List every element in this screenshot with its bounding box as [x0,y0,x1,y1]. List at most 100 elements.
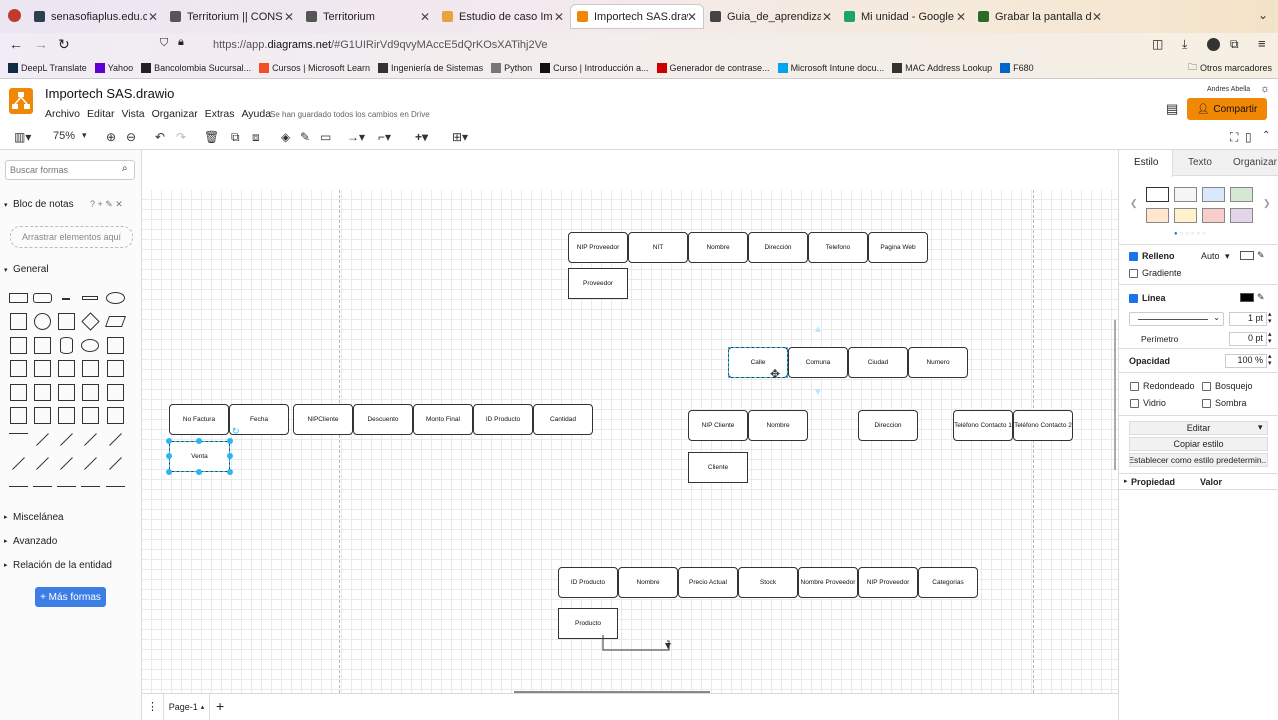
section-expand-icon[interactable]: ▸ [4,513,8,521]
attribute-box[interactable]: Comuna [788,347,848,378]
shape-ellipse-icon[interactable] [105,292,125,304]
zoom-in-icon[interactable]: ⊕ [106,130,116,144]
shape-circle-icon[interactable] [33,313,51,330]
edit-style-button[interactable]: Editar [1129,421,1268,435]
shape-process-icon[interactable] [57,313,75,330]
attribute-box[interactable]: Monto Final [413,404,473,435]
line-color-icon[interactable]: ✎ [300,130,310,144]
attribute-box[interactable]: ID Producto [473,404,533,435]
shape-document-icon[interactable] [106,336,124,354]
notes-title[interactable]: Bloc de notas [13,199,74,210]
property-expand-icon[interactable]: ▸ [1124,477,1128,485]
rounded-checkbox[interactable] [1130,382,1139,391]
page-tab[interactable]: Page-1 ▴ [163,694,210,720]
menu-item[interactable]: Vista [121,108,144,120]
shape-callout-icon[interactable] [57,383,75,401]
attribute-box[interactable]: Nombre [618,567,678,598]
connector-edge[interactable] [597,635,672,655]
style-swatch[interactable] [1202,187,1225,202]
tab-close-icon[interactable]: ✕ [956,10,966,24]
delete-icon[interactable]: 🗑︎ [204,130,219,144]
shape-cube-icon[interactable] [33,360,51,377]
glass-checkbox[interactable] [1130,399,1139,408]
browser-tab[interactable]: Mi unidad - Google Drive✕ [838,4,972,29]
shape-list-icon[interactable] [8,432,28,446]
bookmark-item[interactable]: Generador de contrase... [656,63,770,73]
entity-box[interactable]: Cliente [688,452,748,483]
swatch-pager[interactable]: ●○○○○○ [1174,231,1208,237]
attribute-box[interactable]: ID Producto [558,567,618,598]
tab-close-icon[interactable]: ✕ [148,10,158,24]
attribute-box[interactable]: Telefono [808,232,868,263]
pocket-icon[interactable]: ◫ [1152,37,1163,51]
shape-tape-icon[interactable] [106,360,124,377]
firefox-menu-icon[interactable] [8,9,21,22]
copy-style-button[interactable]: Copiar estilo [1129,437,1268,451]
to-front-icon[interactable]: ⧉ [231,130,240,145]
attribute-box[interactable]: Nombre [748,410,808,441]
menu-item[interactable]: Organizar [152,108,198,120]
shape-and-icon[interactable] [9,407,27,424]
line-edit-icon[interactable]: ✎ [1257,292,1265,303]
shape-line-icon[interactable] [59,456,73,470]
style-swatch[interactable] [1202,208,1225,223]
bookmark-item[interactable]: F680 [1000,63,1034,73]
notes-drop-zone[interactable]: Arrastrar elementos aquí [10,226,133,248]
user-name[interactable]: Andres Abella [1207,86,1250,93]
tab-close-icon[interactable]: ✕ [284,10,294,24]
waypoints-icon[interactable]: ⌐▾ [378,130,391,144]
resize-handle[interactable] [166,438,172,444]
attribute-box[interactable]: NIP Proveedor [858,567,918,598]
download-icon[interactable]: ⤓ [1182,37,1187,52]
shape-text-icon[interactable] [62,298,70,300]
connection-icon[interactable]: →▾ [347,130,365,144]
tab-close-icon[interactable]: ✕ [687,10,697,24]
reload-icon[interactable]: ↻ [58,36,70,53]
comments-icon[interactable]: ▤ [1166,101,1178,117]
notes-actions-icon[interactable]: ? + ✎ ✕ [90,199,123,210]
resize-handle[interactable] [227,469,233,475]
shape-cube-3d-icon[interactable] [106,407,124,424]
redo-icon[interactable]: ↷ [176,130,186,144]
save-status[interactable]: Se han guardado todos los cambios en Dri… [270,110,430,119]
extensions-icon[interactable]: ⧉ [1230,37,1239,52]
shape-rounded-rectangle-icon[interactable] [32,293,52,303]
browser-menu-icon[interactable]: ≡ [1258,36,1266,51]
attribute-box[interactable]: Ciudad [848,347,908,378]
line-width-stepper-icon[interactable]: ▴ ▾ [1268,311,1272,325]
shape-actor-icon[interactable] [81,383,99,401]
browser-tab[interactable]: senasofiaplus.edu.co/sofia✕ [28,4,164,29]
set-default-style-button[interactable]: Establecer como estilo predetermin... [1129,453,1268,467]
attribute-box[interactable]: Nombre [688,232,748,263]
zoom-dropdown-icon[interactable]: ▾ [82,130,87,141]
attribute-box[interactable]: Stock [738,567,798,598]
hover-arrow-down-icon[interactable]: ▼ [813,387,823,398]
shape-hexagon-icon[interactable] [9,336,27,354]
address-bar[interactable]: https://app. diagrams.net/#G1UIRirVd9qvyM… [213,36,813,54]
browser-tab[interactable]: Guia_de_aprendizaje.pdf✕ [704,4,838,29]
browser-tab[interactable]: Importech SAS.drawio - dra✕ [570,4,704,29]
back-icon[interactable]: ← [9,36,23,52]
tab-close-icon[interactable]: ✕ [420,10,430,24]
shape-connector-icon[interactable] [32,486,52,487]
share-button[interactable]: 👤︎ Compartir [1187,98,1267,120]
tab-close-icon[interactable]: ✕ [822,10,832,24]
forward-icon[interactable]: → [34,36,48,52]
menu-item[interactable]: Archivo [45,108,80,120]
attribute-box[interactable]: Dirección [748,232,808,263]
hover-arrow-up-icon[interactable]: ▲ [813,324,823,335]
bookmark-item[interactable]: Cursos | Microsoft Learn [259,63,370,73]
bookmark-item[interactable]: Microsoft Intune docu... [777,63,884,73]
resize-handle[interactable] [227,438,233,444]
shape-edge-end-icon[interactable] [105,486,125,487]
shape-search-input[interactable] [5,160,135,180]
shape-edge-bi-icon[interactable] [80,486,100,487]
perimeter-stepper-icon[interactable]: ▴ ▾ [1268,331,1272,345]
attribute-box[interactable]: Pagina Web [868,232,928,263]
attribute-box[interactable]: Nombre Proveedor [798,567,858,598]
bookmark-item[interactable]: Ingeniería de Sistemas [378,63,483,73]
swatch-prev-icon[interactable]: ❮ [1130,198,1138,209]
style-swatch[interactable] [1146,208,1169,223]
fill-mode-dropdown-icon[interactable]: ▾ [1225,251,1230,262]
attribute-box[interactable]: Numero [908,347,968,378]
